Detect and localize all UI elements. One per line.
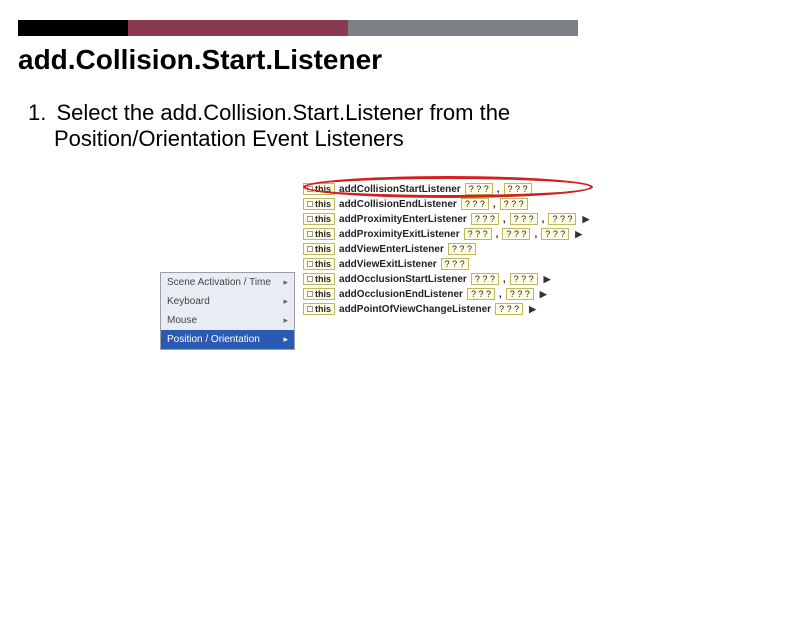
- chip-square-icon: [307, 291, 313, 297]
- param-placeholder: ? ? ?: [471, 273, 499, 285]
- this-label: this: [315, 199, 331, 209]
- this-label: this: [315, 229, 331, 239]
- expand-caret-icon: ▶: [582, 214, 589, 225]
- param-placeholder: ? ? ?: [510, 273, 538, 285]
- param-separator: ,: [496, 229, 499, 240]
- param-placeholder: ? ? ?: [495, 303, 523, 315]
- submenu-arrow-icon: ▸: [283, 334, 288, 345]
- param-placeholder: ? ? ?: [500, 198, 528, 210]
- this-chip: this: [303, 258, 335, 270]
- category-item[interactable]: Scene Activation / Time ▸: [161, 273, 294, 292]
- expand-caret-icon: ▶: [544, 274, 551, 285]
- instruction-line2: Position/Orientation Event Listeners: [28, 126, 792, 152]
- listener-list: thisaddCollisionStartListener? ? ?,? ? ?…: [303, 182, 589, 316]
- chip-square-icon: [307, 201, 313, 207]
- listener-row[interactable]: this addCollisionEndListener ? ? ?, ? ? ?: [303, 197, 589, 211]
- event-category-menu: Scene Activation / Time▸Keyboard▸Mouse▸P…: [160, 272, 295, 350]
- listener-row[interactable]: this addOcclusionStartListener ? ? ?, ? ? ?…: [303, 272, 589, 286]
- listener-row[interactable]: this addViewEnterListener ? ? ?: [303, 242, 589, 256]
- this-chip: this: [303, 288, 335, 300]
- listener-row[interactable]: this addOcclusionEndListener ? ? ?, ? ? ? ▶: [303, 287, 589, 301]
- category-label: Position / Orientation: [167, 334, 260, 345]
- slide-title: add.Collision.Start.Listener: [0, 36, 792, 76]
- this-label: this: [315, 289, 331, 299]
- listener-name: addViewExitListener: [339, 259, 437, 270]
- this-chip: this: [303, 228, 335, 240]
- param-placeholder: ? ? ?: [465, 183, 493, 195]
- expand-caret-icon: ▶: [575, 229, 582, 240]
- param-placeholder: ? ? ?: [541, 228, 569, 240]
- listener-row[interactable]: thisaddProximityEnterListener? ? ?,? ? ?…: [303, 212, 589, 226]
- param-placeholder: ? ? ?: [461, 198, 489, 210]
- param-placeholder: ? ? ?: [504, 183, 532, 195]
- listener-name: addViewEnterListener: [339, 244, 444, 255]
- this-chip: this: [303, 198, 335, 210]
- param-separator: ,: [534, 229, 537, 240]
- accent-gray: [348, 20, 578, 36]
- param-placeholder: ? ? ?: [510, 213, 538, 225]
- param-separator: ,: [542, 214, 545, 225]
- chip-square-icon: [307, 216, 313, 222]
- listener-name: addCollisionStartListener: [339, 184, 461, 195]
- chip-square-icon: [307, 231, 313, 237]
- this-chip: this: [303, 213, 335, 225]
- param-separator: ,: [493, 199, 496, 210]
- listener-name: addOcclusionStartListener: [339, 274, 467, 285]
- this-label: this: [315, 184, 331, 194]
- this-label: this: [315, 259, 331, 269]
- chip-square-icon: [307, 246, 313, 252]
- submenu-arrow-icon: ▸: [283, 277, 288, 288]
- this-label: this: [315, 274, 331, 284]
- instruction-text: 1. Select the add.Collision.Start.Listen…: [0, 76, 792, 152]
- chip-square-icon: [307, 261, 313, 267]
- chip-square-icon: [307, 306, 313, 312]
- chip-square-icon: [307, 276, 313, 282]
- list-number: 1.: [28, 100, 46, 125]
- this-chip: this: [303, 273, 335, 285]
- listener-row[interactable]: this addPointOfViewChangeListener ? ? ? ▶: [303, 302, 589, 316]
- submenu-arrow-icon: ▸: [283, 315, 288, 326]
- this-label: this: [315, 244, 331, 254]
- param-separator: ,: [503, 214, 506, 225]
- this-chip: this: [303, 303, 335, 315]
- listener-name: addProximityEnterListener: [339, 214, 467, 225]
- param-placeholder: ? ? ?: [464, 228, 492, 240]
- param-separator: ,: [497, 184, 500, 195]
- param-placeholder: ? ? ?: [502, 228, 530, 240]
- this-chip: this: [303, 243, 335, 255]
- category-item[interactable]: Position / Orientation ▸: [161, 330, 294, 349]
- listener-row[interactable]: thisaddProximityExitListener? ? ?,? ? ?,…: [303, 227, 589, 241]
- this-chip: this: [303, 183, 335, 195]
- listener-name: addCollisionEndListener: [339, 199, 457, 210]
- expand-caret-icon: ▶: [540, 289, 547, 300]
- listener-panel: thisaddCollisionStartListener? ? ?,? ? ?…: [303, 182, 589, 316]
- accent-maroon: [128, 20, 348, 36]
- title-accent-bar: [18, 20, 578, 36]
- listener-name: addProximityExitListener: [339, 229, 460, 240]
- expand-caret-icon: ▶: [529, 304, 536, 315]
- param-placeholder: ? ? ?: [448, 243, 476, 255]
- param-placeholder: ? ? ?: [441, 258, 469, 270]
- listener-name: addPointOfViewChangeListener: [339, 304, 491, 315]
- accent-black: [18, 20, 128, 36]
- chip-square-icon: [307, 186, 313, 192]
- param-separator: ,: [499, 289, 502, 300]
- param-placeholder: ? ? ?: [467, 288, 495, 300]
- category-item[interactable]: Mouse ▸: [161, 311, 294, 330]
- listener-row[interactable]: this addCollisionStartListener ? ? ?, ? ? ?: [303, 182, 589, 196]
- submenu-arrow-icon: ▸: [283, 296, 288, 307]
- category-label: Keyboard: [167, 296, 210, 307]
- listener-row[interactable]: this addViewExitListener ? ? ?: [303, 257, 589, 271]
- param-placeholder: ? ? ?: [471, 213, 499, 225]
- param-placeholder: ? ? ?: [506, 288, 534, 300]
- param-separator: ,: [503, 274, 506, 285]
- this-label: this: [315, 214, 331, 224]
- listener-name: addOcclusionEndListener: [339, 289, 463, 300]
- category-label: Scene Activation / Time: [167, 277, 271, 288]
- category-label: Mouse: [167, 315, 197, 326]
- instruction-line1: Select the add.Collision.Start.Listener …: [56, 100, 510, 125]
- this-label: this: [315, 304, 331, 314]
- param-placeholder: ? ? ?: [548, 213, 576, 225]
- category-item[interactable]: Keyboard ▸: [161, 292, 294, 311]
